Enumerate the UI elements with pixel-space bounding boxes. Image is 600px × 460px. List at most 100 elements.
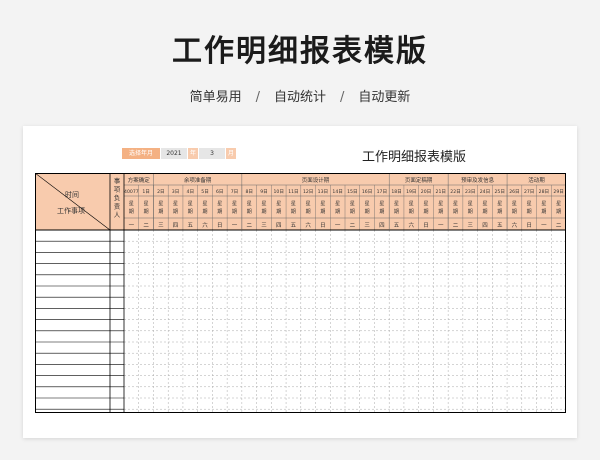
week-label: 期 [350, 209, 355, 215]
phase-label: 方案确定 [128, 176, 151, 184]
weekday-label: 日 [526, 222, 532, 229]
date-label: 14日 [332, 189, 342, 195]
date-label: 22日 [450, 189, 460, 195]
weekday-label: 六 [512, 221, 518, 229]
corner-label-item: 工作事项 [57, 206, 85, 215]
date-label: 24日 [480, 189, 490, 195]
date-label: 16日 [362, 189, 372, 195]
week-label: 期 [394, 209, 399, 215]
responsible-header-char: 事 [114, 176, 121, 185]
weekday-label: 三 [158, 222, 164, 229]
subtitle-item: 简单易用 [189, 90, 242, 105]
corner-label-time: 时间 [65, 190, 79, 199]
date-label: 5日 [201, 189, 209, 195]
year-input[interactable]: 2021 [161, 148, 187, 159]
week-label: 星 [394, 201, 399, 207]
weekday-label: 四 [379, 222, 385, 229]
date-label: 9日 [260, 189, 268, 195]
weekday-label: 一 [335, 223, 341, 229]
week-label: 期 [527, 209, 532, 215]
week-label: 期 [217, 209, 222, 215]
week-label: 期 [158, 209, 163, 215]
week-label: 期 [335, 209, 340, 215]
week-label: 期 [129, 209, 134, 215]
date-label: 29日 [553, 189, 563, 195]
weekday-label: 三 [261, 222, 267, 229]
week-label: 星 [291, 201, 296, 207]
date-label: 7日 [231, 189, 239, 195]
week-label: 星 [306, 201, 311, 207]
week-label: 星 [512, 201, 517, 207]
weekday-label: 日 [423, 222, 429, 229]
date-label: 13日 [318, 189, 328, 195]
week-label: 星 [129, 201, 134, 207]
week-label: 期 [232, 209, 237, 215]
week-label: 期 [203, 209, 208, 215]
week-label: 期 [247, 209, 252, 215]
subtitle-item: 自动更新 [358, 90, 411, 105]
weekday-label: 日 [217, 222, 223, 229]
phase-label: 页面定稿期 [405, 176, 433, 184]
week-label: 星 [335, 201, 340, 207]
responsible-header-char: 责 [114, 202, 121, 211]
subtitle-separator: / [340, 90, 345, 105]
week-label: 星 [173, 201, 178, 207]
weekday-label: 一 [541, 223, 547, 229]
date-label: 26日 [509, 189, 519, 195]
week-label: 期 [424, 209, 429, 215]
week-label: 星 [232, 201, 237, 207]
week-label: 星 [556, 201, 561, 207]
week-label: 期 [276, 209, 281, 215]
weekday-label: 五 [394, 222, 400, 229]
week-label: 期 [556, 209, 561, 215]
weekday-label: 一 [129, 223, 135, 229]
month-unit: 月 [226, 148, 236, 159]
date-label: 6日 [216, 189, 224, 195]
year-unit: 年 [188, 148, 198, 159]
date-label: 23日 [465, 189, 475, 195]
week-label: 星 [379, 201, 384, 207]
page-title: 工作明细报表模版 [172, 34, 428, 69]
week-label: 星 [527, 201, 532, 207]
week-label: 星 [217, 201, 222, 207]
week-label: 星 [365, 201, 370, 207]
week-label: 期 [320, 209, 325, 215]
page-subtitle: 简单易用 / 自动统计 / 自动更新 [0, 86, 600, 105]
week-label: 期 [497, 209, 502, 215]
date-label: 19日 [406, 189, 416, 195]
week-label: 期 [291, 209, 296, 215]
phase-label: 活动期 [528, 176, 545, 184]
week-label: 期 [306, 209, 311, 215]
week-label: 星 [261, 201, 266, 207]
week-label: 期 [144, 209, 149, 215]
week-label: 期 [365, 209, 370, 215]
week-label: 期 [453, 209, 458, 215]
date-label: 12日 [303, 189, 313, 195]
week-label: 期 [482, 209, 487, 215]
responsible-header-char: 项 [114, 186, 121, 194]
week-label: 星 [453, 201, 458, 207]
week-label: 星 [541, 201, 546, 207]
month-input[interactable]: 3 [199, 148, 225, 159]
schedule-grid: 时间工作事项 事项负责人 方案确定 余项准备期 页面设计期 页面定稿期 预审及发信息 活动期 4… [35, 173, 566, 413]
week-label: 星 [468, 201, 473, 207]
week-label: 星 [276, 201, 281, 207]
weekday-label: 三 [467, 222, 473, 229]
weekday-label: 日 [320, 222, 326, 229]
week-label: 期 [541, 209, 546, 215]
date-label: 8日 [245, 189, 253, 195]
week-label: 期 [173, 209, 178, 215]
week-label: 期 [409, 209, 414, 215]
date-label: 27日 [524, 189, 534, 195]
sheet-title: 工作明细报表模版 [362, 150, 467, 165]
date-label: 28日 [539, 189, 549, 195]
date-label: 18日 [391, 189, 401, 195]
weekday-label: 二 [143, 223, 149, 229]
weekday-label: 二 [246, 223, 252, 229]
week-label: 期 [512, 209, 517, 215]
phase-label: 页面设计期 [302, 176, 330, 184]
week-label: 星 [203, 201, 208, 207]
week-label: 期 [438, 209, 443, 215]
date-label: 2日 [157, 189, 165, 195]
weekday-label: 四 [482, 222, 488, 229]
